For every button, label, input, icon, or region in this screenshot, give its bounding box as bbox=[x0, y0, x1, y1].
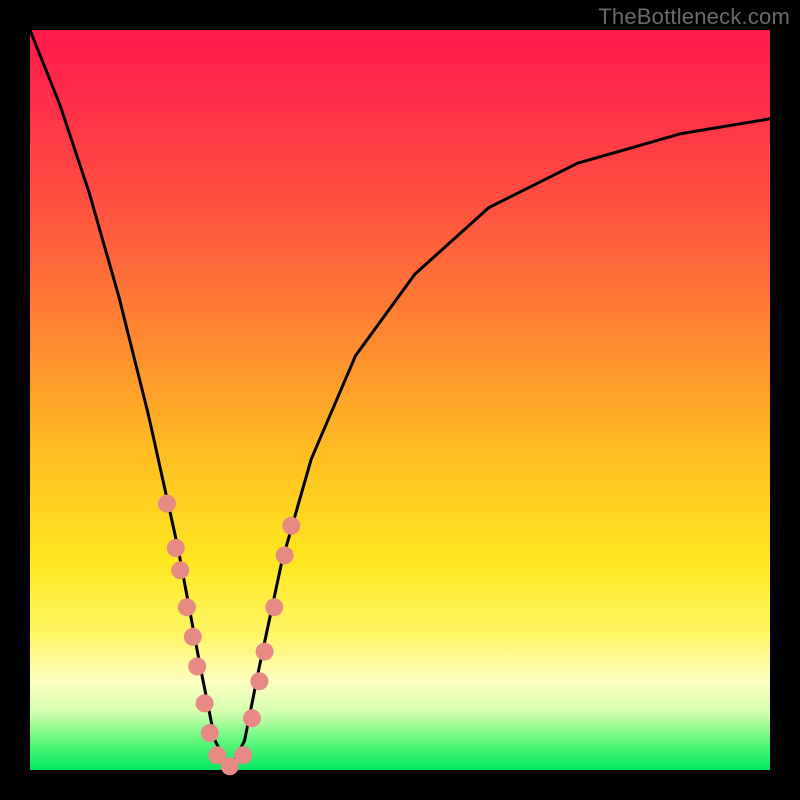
marker-dot bbox=[265, 598, 283, 616]
watermark-label: TheBottleneck.com bbox=[598, 4, 790, 30]
marker-dot bbox=[243, 709, 261, 727]
marker-dot bbox=[178, 598, 196, 616]
marker-dot bbox=[256, 643, 274, 661]
marker-dot bbox=[158, 495, 176, 513]
marker-dot bbox=[250, 672, 268, 690]
chart-svg bbox=[30, 30, 770, 770]
curve-line bbox=[30, 30, 770, 770]
marker-dot bbox=[196, 694, 214, 712]
marker-dot bbox=[201, 724, 219, 742]
marker-dot bbox=[184, 628, 202, 646]
marker-dot bbox=[234, 746, 252, 764]
bottleneck-curve bbox=[30, 30, 770, 770]
marker-dot bbox=[188, 657, 206, 675]
marker-dot bbox=[276, 546, 294, 564]
plot-area bbox=[30, 30, 770, 770]
marker-dot bbox=[282, 517, 300, 535]
marker-dot bbox=[171, 561, 189, 579]
outer-frame: TheBottleneck.com bbox=[0, 0, 800, 800]
marker-dot bbox=[167, 539, 185, 557]
marker-group bbox=[158, 495, 300, 776]
